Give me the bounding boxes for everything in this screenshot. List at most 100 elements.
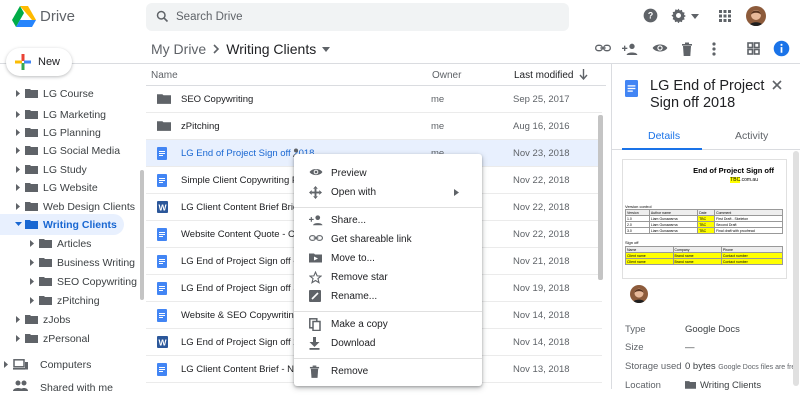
menu-item-preview[interactable]: Preview xyxy=(294,164,482,183)
sidebar-item-label: LG Study xyxy=(43,164,87,176)
sidebar-item-label: SEO Copywriting xyxy=(57,276,137,288)
column-owner-header[interactable]: Owner xyxy=(432,70,461,81)
menu-item-get-link[interactable]: Get shareable link xyxy=(294,230,482,249)
sidebar-item-computers[interactable]: Computers xyxy=(0,354,124,375)
file-row[interactable]: zPitching me Aug 16, 2016 xyxy=(146,113,602,140)
column-modified-header[interactable]: Last modified xyxy=(514,70,573,81)
list-scrollbar[interactable] xyxy=(598,115,603,280)
sidebar-item-label: Writing Clients xyxy=(43,219,117,231)
sidebar-item-zpersonal[interactable]: zPersonal xyxy=(0,328,124,349)
menu-item-share[interactable]: Share... xyxy=(294,211,482,230)
expand-arrow-icon[interactable] xyxy=(30,240,34,247)
info-icon[interactable] xyxy=(773,40,790,57)
help-icon[interactable]: ? xyxy=(643,8,658,23)
menu-item-open-with[interactable]: Open with xyxy=(294,183,482,202)
close-icon[interactable] xyxy=(772,80,782,90)
expand-arrow-icon[interactable] xyxy=(30,278,34,285)
menu-item-remove[interactable]: Remove xyxy=(294,362,482,381)
expand-arrow-icon[interactable] xyxy=(16,129,20,136)
details-scrollbar[interactable] xyxy=(793,151,799,386)
preview-version-cell: Final draft with proofread xyxy=(714,227,783,234)
menu-item-download[interactable]: Download xyxy=(294,334,482,353)
sidebar-item-lg-website[interactable]: LG Website xyxy=(0,177,124,198)
add-person-icon[interactable] xyxy=(622,42,638,56)
file-row[interactable]: SEO Copywriting me Sep 25, 2017 xyxy=(146,86,602,113)
expand-arrow-icon[interactable] xyxy=(30,297,34,304)
menu-item-make-copy[interactable]: Make a copy xyxy=(294,315,482,334)
menu-item-rename[interactable]: Rename... xyxy=(294,287,482,306)
folder-icon xyxy=(25,314,38,324)
prop-size-value: — xyxy=(685,342,695,353)
sidebar-scrollbar[interactable] xyxy=(140,170,144,300)
search-icon[interactable] xyxy=(155,9,170,24)
computer-icon xyxy=(13,359,28,370)
sidebar-item-zpitching[interactable]: zPitching xyxy=(0,290,124,311)
column-name-header[interactable]: Name xyxy=(151,70,178,81)
expand-arrow-icon[interactable] xyxy=(16,203,20,210)
trash-icon[interactable] xyxy=(681,42,693,56)
menu-item-label: Preview xyxy=(331,168,367,179)
document-preview[interactable]: End of Project Sign off TBC.com.au Versi… xyxy=(622,159,787,279)
prop-size-label: Size xyxy=(625,342,644,353)
preview-eye-icon[interactable] xyxy=(652,42,668,54)
folder-icon xyxy=(25,182,38,192)
search-bar[interactable] xyxy=(146,3,699,31)
copy-icon xyxy=(309,318,321,331)
file-owner: me xyxy=(431,94,445,105)
sidebar-item-writing-clients[interactable]: Writing Clients xyxy=(0,214,124,235)
menu-item-move-to[interactable]: Move to... xyxy=(294,249,482,268)
expand-arrow-icon[interactable] xyxy=(16,316,20,323)
expand-arrow-icon[interactable] xyxy=(30,259,34,266)
owner-avatar[interactable] xyxy=(630,285,648,303)
menu-separator xyxy=(294,207,482,208)
file-modified: Nov 22, 2018 xyxy=(513,229,570,240)
prop-type-value: Google Docs xyxy=(685,324,740,335)
account-avatar[interactable] xyxy=(746,6,766,26)
sidebar-item-shared-with-me[interactable]: Shared with me xyxy=(0,377,124,398)
sidebar-item-zjobs[interactable]: zJobs xyxy=(0,309,124,330)
search-options-dropdown-icon[interactable] xyxy=(691,14,699,19)
menu-item-remove-star[interactable]: Remove star xyxy=(294,268,482,287)
expand-arrow-icon[interactable] xyxy=(16,184,20,191)
prop-location-value[interactable]: Writing Clients xyxy=(685,380,761,391)
tab-activity[interactable]: Activity xyxy=(735,130,768,142)
google-doc-icon xyxy=(157,309,167,322)
settings-gear-icon[interactable] xyxy=(671,8,686,23)
new-button[interactable]: New xyxy=(6,48,72,76)
expand-arrow-icon[interactable] xyxy=(16,111,20,118)
more-vert-icon[interactable] xyxy=(712,42,716,56)
menu-item-label: Download xyxy=(331,338,376,349)
sidebar-item-lg-course[interactable]: LG Course xyxy=(0,83,124,104)
prop-storage-note: Google Docs files are free xyxy=(718,364,800,371)
breadcrumb-current[interactable]: Writing Clients xyxy=(226,41,316,57)
sidebar-item-seo-copywriting[interactable]: SEO Copywriting xyxy=(0,271,137,292)
sidebar-item-lg-social-media[interactable]: LG Social Media xyxy=(0,140,124,161)
preview-version-cell: TBC xyxy=(697,227,716,234)
apps-grid-icon[interactable] xyxy=(719,10,731,22)
grid-view-icon[interactable] xyxy=(747,42,760,55)
sidebar-item-business-writing[interactable]: Business Writing xyxy=(0,252,135,273)
expand-arrow-icon[interactable] xyxy=(4,361,8,368)
file-owner: me xyxy=(431,121,445,132)
collapse-arrow-icon[interactable] xyxy=(15,222,22,226)
breadcrumb-root[interactable]: My Drive xyxy=(151,41,206,57)
drive-logo-icon[interactable] xyxy=(12,6,36,27)
search-input[interactable] xyxy=(176,7,536,27)
sidebar-item-articles[interactable]: Articles xyxy=(0,233,124,254)
sidebar-item-label: Web Design Clients xyxy=(43,201,136,213)
sort-down-arrow-icon[interactable] xyxy=(579,69,588,80)
expand-arrow-icon[interactable] xyxy=(16,166,20,173)
expand-arrow-icon[interactable] xyxy=(16,147,20,154)
chevron-down-icon[interactable] xyxy=(322,46,331,52)
folder-icon xyxy=(39,238,52,248)
eye-icon xyxy=(309,167,323,177)
app-title[interactable]: Drive xyxy=(40,8,75,25)
tab-details[interactable]: Details xyxy=(648,130,680,142)
preview-signoff-cell: Brand name xyxy=(672,258,722,265)
expand-arrow-icon[interactable] xyxy=(16,335,20,342)
expand-arrow-icon[interactable] xyxy=(16,90,20,97)
preview-signoff-cell: Contact number xyxy=(720,258,784,265)
link-icon[interactable] xyxy=(595,42,611,54)
details-tabs: Details Activity xyxy=(612,122,800,150)
preview-signoff-cell: Client name xyxy=(625,258,674,265)
